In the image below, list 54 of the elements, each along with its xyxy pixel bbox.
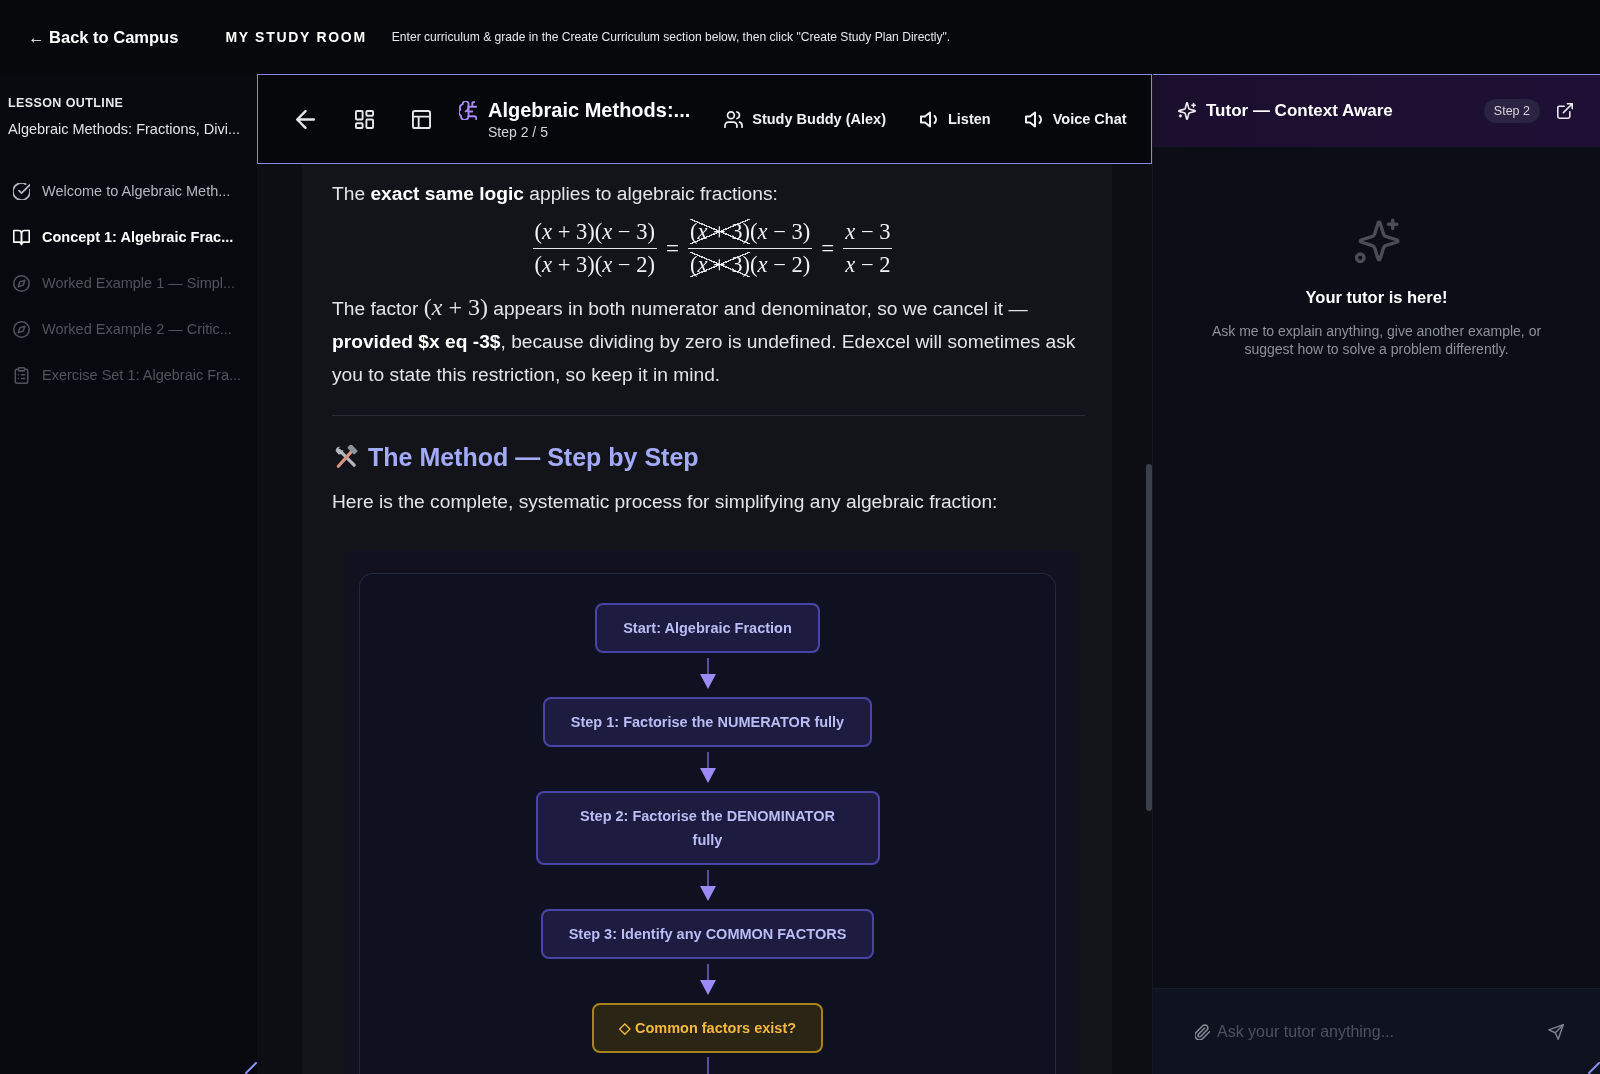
back-link[interactable]: ← Back to Campus xyxy=(28,27,179,47)
compass-icon xyxy=(13,320,30,338)
panel-title: Tutor — Context Aware xyxy=(1206,101,1393,121)
resize-handle-icon[interactable] xyxy=(245,1062,257,1074)
connector-arrow xyxy=(699,964,716,995)
clipboard-icon xyxy=(13,366,30,384)
paragraph: The exact same logic applies to algebraic fractions: xyxy=(332,182,779,206)
audio-button[interactable]: Voice Chat xyxy=(1024,104,1127,134)
scrollbar[interactable] xyxy=(1146,464,1152,811)
audio-button[interactable]: Listen xyxy=(920,104,991,134)
open-external-button[interactable] xyxy=(1557,103,1573,119)
send-button[interactable] xyxy=(1548,1023,1564,1040)
sidebar-heading: LESSON OUTLINE xyxy=(8,95,125,111)
process-node: Start: Algebraic Fraction xyxy=(595,603,820,653)
external-link-icon xyxy=(1557,103,1573,119)
step-badge: Step 2 xyxy=(1483,99,1540,123)
send-icon xyxy=(1548,1023,1564,1040)
step-counter: Step 2 / 5 xyxy=(488,122,549,141)
empty-state-title: Your tutor is here! xyxy=(1305,287,1448,307)
check-circle-icon xyxy=(13,182,30,200)
lesson-name: Algebraic Methods: Fractions, Divi... xyxy=(8,120,242,138)
brain-icon xyxy=(459,100,478,120)
paragraph: The factor (x + 3) appears in both numerator and denominator, so we cancel it — provided $x eq -3$, because dividing by zero is undefined. Edexcel will sometimes ask you to state this restriction, so keep it in mind. xyxy=(332,293,1077,387)
grid-icon xyxy=(354,109,374,129)
paragraph: Here is the complete, systematic process for simplifying any algebraic fraction: xyxy=(332,490,999,514)
compass-icon xyxy=(13,274,30,292)
process-node: Step 2: Factorise the DENOMINATOR fully xyxy=(535,791,880,865)
book-icon xyxy=(13,228,30,246)
hammer-wrench-icon xyxy=(334,445,358,469)
attach-button[interactable] xyxy=(1195,1023,1210,1040)
sparkles-icon xyxy=(1178,102,1196,120)
message-input[interactable]: Ask your tutor anything... xyxy=(1217,1018,1548,1045)
arrow-left-icon xyxy=(295,109,315,129)
speaker-icon xyxy=(920,110,939,128)
connector-line xyxy=(706,1057,709,1074)
section-heading: The Method — Step by Step xyxy=(368,442,699,473)
connector-arrow xyxy=(699,870,716,901)
page-title: MY STUDY ROOM xyxy=(225,29,367,45)
paperclip-icon xyxy=(1195,1023,1210,1040)
users-icon xyxy=(724,110,744,128)
study-buddy-button[interactable]: Study Buddy (Alex) xyxy=(724,104,886,134)
lesson-title: Algebraic Methods:... xyxy=(488,97,691,123)
process-node: Step 3: Identify any COMMON FACTORS xyxy=(540,909,875,959)
decision-node: ◇ Common factors exist? xyxy=(591,1003,824,1053)
speaker-icon xyxy=(1024,110,1044,128)
connector-arrow xyxy=(699,658,716,689)
notice-text: Enter curriculum & grade in the Create Curriculum section below, then click "Create Study Plan Directly". xyxy=(391,30,951,44)
connector-arrow xyxy=(699,752,716,783)
process-node: Step 1: Factorise the NUMERATOR fully xyxy=(542,697,873,747)
sidebar-item[interactable]: Concept 1: Algebraic Frac... xyxy=(13,214,257,260)
empty-state-text: Ask me to explain anything, give another example, or suggest how to solve a problem differently. xyxy=(1210,322,1543,358)
sparkles-icon xyxy=(1353,218,1400,264)
layout-icon xyxy=(411,109,431,129)
resize-handle-icon[interactable] xyxy=(1588,1062,1600,1074)
